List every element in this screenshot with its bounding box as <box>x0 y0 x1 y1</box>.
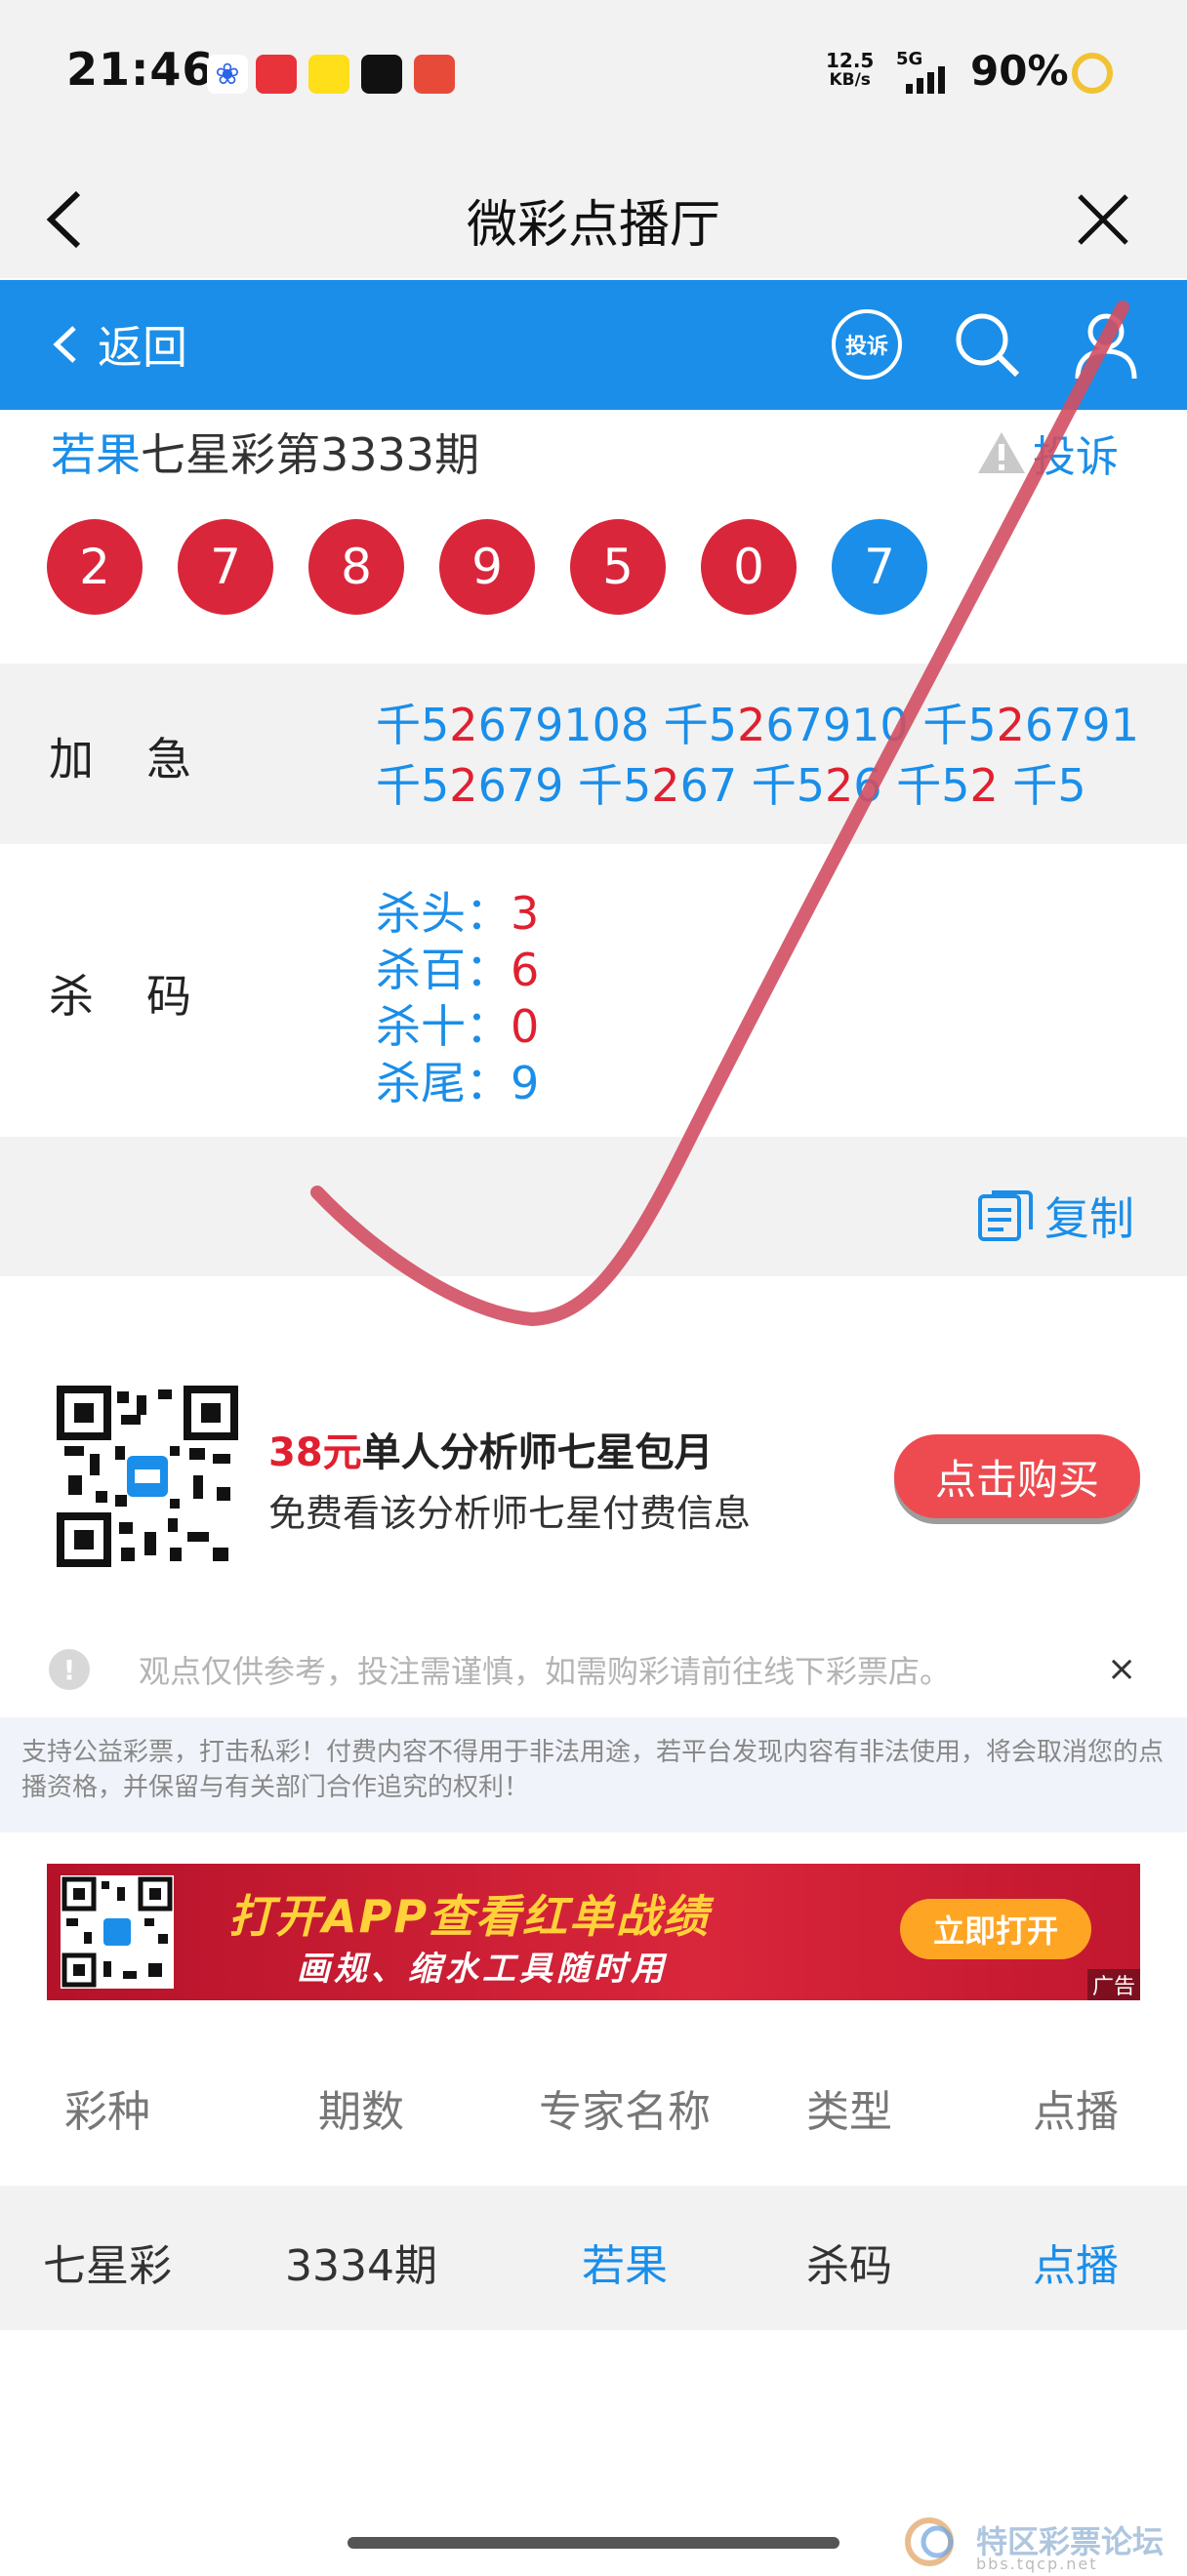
number-ball: 9 <box>439 519 535 615</box>
chevron-left-icon <box>53 326 76 363</box>
net-speed: 12.5 KB/s <box>826 51 874 90</box>
banner-title: 打开APP查看红单战绩 <box>228 1890 711 1943</box>
promo-price: 38元 <box>268 1430 362 1475</box>
table-cell-issue: 3334期 <box>285 2241 437 2291</box>
table-cell-expert[interactable]: 若果 <box>527 2231 722 2293</box>
shama-item: 杀十：0 <box>376 1000 540 1053</box>
promo-subtitle: 免费看该分析师七星付费信息 <box>268 1492 752 1535</box>
shama-item: 杀尾：9 <box>376 1057 540 1109</box>
jiaji-line-2: 千52679 千5267 千526 千52 千5 <box>376 755 1157 816</box>
number-ball: 7 <box>178 519 273 615</box>
copy-button[interactable]: 复制 <box>976 1184 1134 1248</box>
jiaji-item: 千5 <box>1012 759 1086 812</box>
expert-name[interactable]: 若果 <box>51 428 141 481</box>
special-number-ball: 7 <box>832 519 927 615</box>
disclaimer: 支持公益彩票，打击私彩！付费内容不得用于非法用途，若平台发现内容有非法使用，将会… <box>0 1717 1187 1832</box>
shama-item: 杀头：3 <box>376 887 540 940</box>
status-bar: 21:46 ❀ 12.5 KB/s 5G 90% <box>0 0 1187 146</box>
jiaji-label: 加急 <box>49 733 244 785</box>
shama-label: 杀码 <box>49 970 244 1023</box>
table-header: 点播 <box>1033 2087 1119 2137</box>
status-time: 21:46 <box>66 43 215 96</box>
banner-subtitle: 画规、缩水工具随时用 <box>297 1950 668 1989</box>
nav-back-label: 返回 <box>98 321 187 374</box>
issue-title-text: 七星彩第3333期 <box>141 428 480 481</box>
page-title: 微彩点播厅 <box>466 196 720 255</box>
issue-title: 若果七星彩第3333期 <box>51 420 479 484</box>
table-cell-lottery: 七星彩 <box>43 2241 172 2291</box>
number-ball: 5 <box>570 519 666 615</box>
copy-icon <box>978 1190 1033 1241</box>
jiaji-item: 千5267 <box>578 759 738 812</box>
banner-open-button[interactable]: 立即打开 <box>900 1899 1091 1959</box>
battery-icon <box>1072 53 1113 94</box>
net-speed-unit: KB/s <box>829 70 871 90</box>
jiaji-line-1: 千52679108 千5267910 千526791 <box>376 695 1157 755</box>
watermark-logo <box>905 2517 954 2566</box>
signal-icon <box>906 66 945 94</box>
number-ball: 2 <box>47 519 143 615</box>
table-header: 期数 <box>318 2087 404 2137</box>
banner-qr-code <box>61 1875 174 1989</box>
jiaji-list: 千52679108 千5267910 千526791 千52679 千5267 … <box>376 695 1157 816</box>
dewu-icon <box>361 55 402 94</box>
promo-title-text: 单人分析师七星包月 <box>361 1430 714 1475</box>
baidu-icon: ❀ <box>207 55 248 94</box>
complain-link[interactable]: 投诉 <box>976 422 1119 484</box>
warning-icon <box>978 432 1025 473</box>
toutiao-icon <box>256 55 297 94</box>
number-ball: 0 <box>701 519 797 615</box>
notice-bar: ! 观点仅供参考，投注需谨慎，如需购彩请前往线下彩票店。 <box>49 1647 951 1692</box>
battery-percent: 90% <box>970 47 1069 95</box>
table-header: 专家名称 <box>539 2087 711 2137</box>
notice-text: 观点仅供参考，投注需谨慎，如需购彩请前往线下彩票店。 <box>139 1653 952 1690</box>
info-icon: ! <box>49 1649 90 1690</box>
search-icon[interactable] <box>951 308 1023 381</box>
jiaji-item: 千52679 <box>376 759 564 812</box>
pinduoduo-icon <box>414 55 455 94</box>
jiaji-item: 千526 <box>751 759 882 812</box>
net-speed-value: 12.5 <box>826 49 875 72</box>
jiaji-item: 千52679108 <box>376 699 650 751</box>
xianyu-icon <box>308 55 349 94</box>
complaint-icon[interactable]: 投诉 <box>832 309 902 380</box>
promo-title: 38元单人分析师七星包月 <box>268 1421 714 1477</box>
table-header: 彩种 <box>64 2087 150 2137</box>
jiaji-item: 千52 <box>896 759 999 812</box>
jiaji-item: 千526791 <box>922 699 1139 751</box>
notice-close-button[interactable]: × <box>1107 1649 1136 1689</box>
ad-tag: 广告 <box>1087 1969 1140 2000</box>
jiaji-item: 千5267910 <box>663 699 909 751</box>
qr-code <box>57 1386 238 1567</box>
home-indicator[interactable] <box>348 2537 839 2549</box>
watermark-domain: bbs.tqcp.net <box>976 2555 1098 2573</box>
table-cell-type: 杀码 <box>806 2241 892 2291</box>
table-header: 类型 <box>806 2087 892 2137</box>
copy-label: 复制 <box>1044 1192 1134 1245</box>
close-icon[interactable] <box>1074 190 1132 249</box>
draw-numbers: 2 7 8 9 5 0 7 <box>47 519 927 615</box>
buy-button[interactable]: 点击购买 <box>894 1434 1140 1518</box>
nav-back-button[interactable]: 返回 <box>47 310 187 379</box>
shama-item: 杀百：6 <box>376 944 540 996</box>
table-cell-play-link[interactable]: 点播 <box>1007 2231 1144 2293</box>
complain-label: 投诉 <box>1033 432 1119 482</box>
number-ball: 8 <box>308 519 404 615</box>
user-icon[interactable] <box>1072 308 1140 381</box>
app-banner-ad[interactable]: 打开APP查看红单战绩 画规、缩水工具随时用 立即打开 广告 <box>47 1864 1140 2000</box>
